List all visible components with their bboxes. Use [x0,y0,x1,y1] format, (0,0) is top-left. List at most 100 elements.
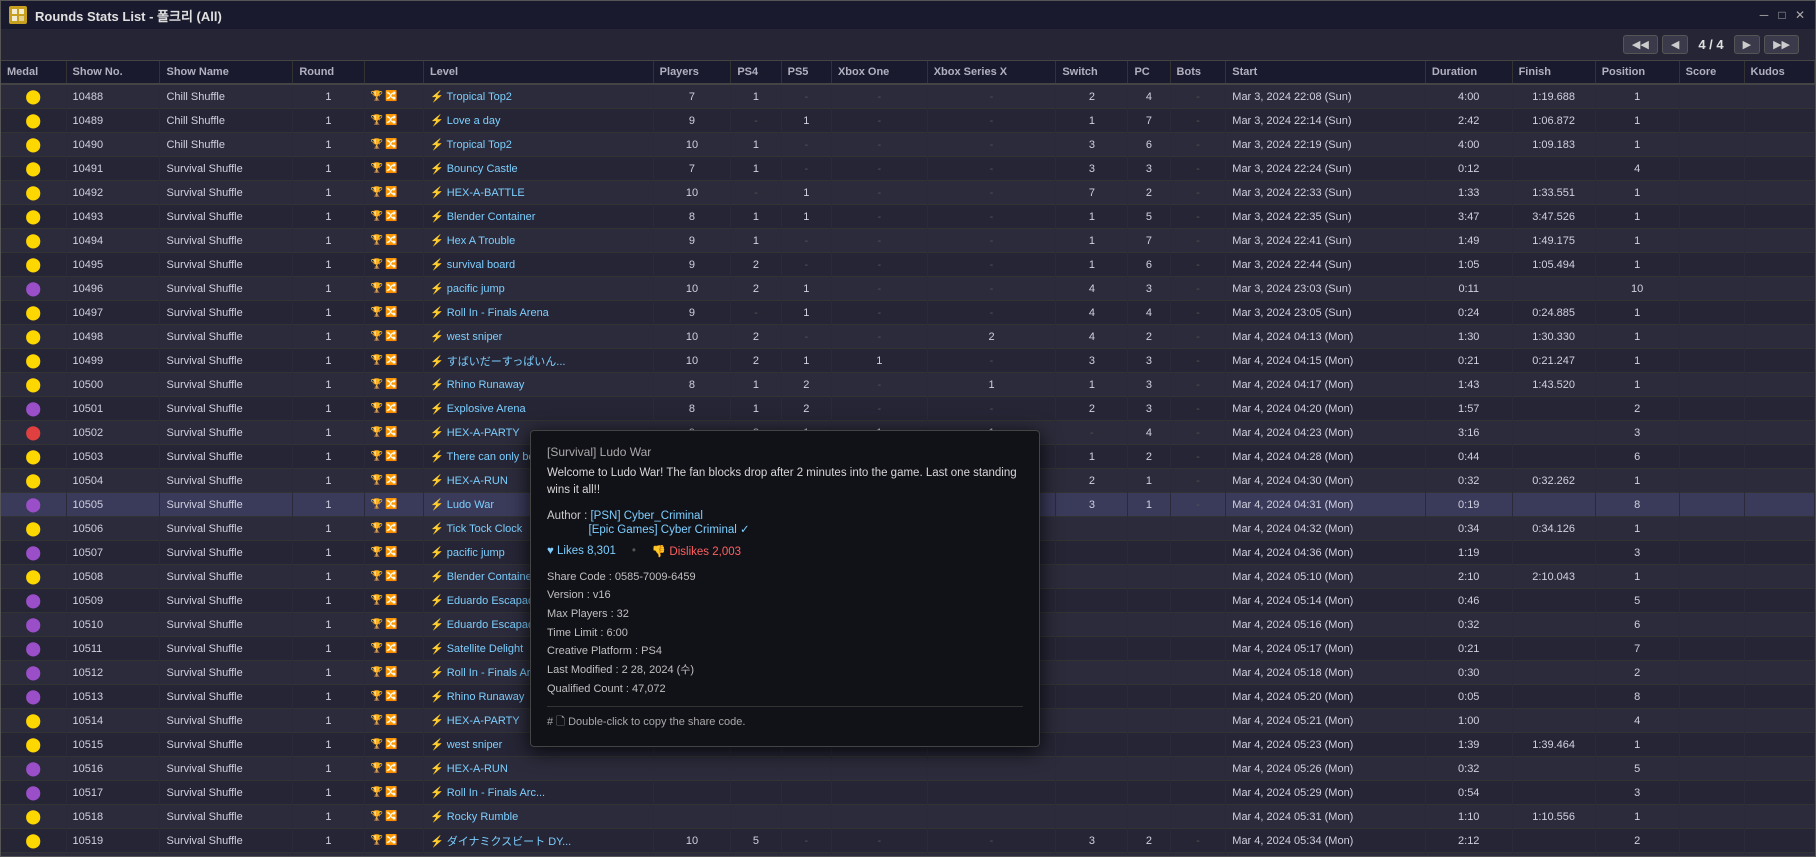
col-pc[interactable]: PC [1128,61,1170,84]
cell-level[interactable]: ⚡ すばいだーすっぱいん... [423,349,653,373]
col-xbox-one[interactable]: Xbox One [831,61,927,84]
cell-ps5: 1 [781,301,831,325]
level-name[interactable]: pacific jump [447,547,505,559]
cell-level[interactable]: ⚡ HEX-A-RUN [423,757,653,781]
level-icon: ⚡ [430,787,444,799]
cell-level[interactable]: ⚡ Rhino Runaway [423,373,653,397]
col-bots[interactable]: Bots [1170,61,1226,84]
cell-level[interactable]: ⚡ Hex A Trouble [423,229,653,253]
col-duration[interactable]: Duration [1425,61,1512,84]
col-switch[interactable]: Switch [1056,61,1128,84]
cell-bots: - [1170,181,1226,205]
cell-level[interactable]: ⚡ Roll In - Finals Arena [423,301,653,325]
col-score[interactable]: Score [1679,61,1744,84]
tooltip-share-code[interactable]: Share Code : 0585-7009-6459 [547,568,1023,587]
level-name[interactable]: Tropical Top2 [447,139,512,151]
cell-players: 9 [653,109,731,133]
cell-medal: ⬤ [1,84,66,109]
level-name[interactable]: ダイナミクスビート DY... [447,836,572,848]
col-players[interactable]: Players [653,61,731,84]
cell-level[interactable]: ⚡ west sniper [423,325,653,349]
col-finish[interactable]: Finish [1512,61,1595,84]
level-name[interactable]: west sniper [447,331,503,343]
cell-position: 4 [1595,709,1679,733]
col-medal[interactable]: Medal [1,61,66,84]
level-name[interactable]: HEX-A-RUN [447,475,508,487]
cell-level[interactable]: ⚡ Bouncy Castle [423,157,653,181]
col-position[interactable]: Position [1595,61,1679,84]
cell-level[interactable]: ⚡ Rocky Rumble [423,805,653,829]
level-name[interactable]: Eduardo Escapad... [447,595,544,607]
level-name[interactable]: HEX-A-RUN [447,763,508,775]
level-icon: ⚡ [430,547,444,559]
cell-show-name: Survival Shuffle [160,325,293,349]
level-name[interactable]: survival board [447,259,515,271]
level-name[interactable]: Blender Container [447,571,536,583]
cell-round: 1 [293,829,364,853]
col-show-no[interactable]: Show No. [66,61,160,84]
cell-level[interactable]: ⚡ Roll In - Finals Arc... [423,781,653,805]
level-name[interactable]: pacific jump [447,283,505,295]
cell-score [1679,685,1744,709]
cell-level[interactable]: ⚡ ダイナミクスビート DY... [423,829,653,853]
last-page-button[interactable]: ▶▶ [1764,35,1799,54]
cell-level[interactable]: ⚡ RHINOCHET [423,853,653,857]
level-name[interactable]: Love a day [447,115,501,127]
cell-position: 2 [1595,397,1679,421]
maximize-button[interactable]: □ [1775,8,1789,22]
cell-level[interactable]: ⚡ Blender Container [423,205,653,229]
level-name[interactable]: west sniper [447,739,503,751]
level-name[interactable]: Bouncy Castle [447,163,518,175]
first-page-button[interactable]: ◀◀ [1623,35,1658,54]
col-xbox-x[interactable]: Xbox Series X [927,61,1056,84]
tooltip-platform: Creative Platform : PS4 [547,642,1023,661]
cell-level[interactable]: ⚡ survival board [423,253,653,277]
col-round[interactable]: Round [293,61,364,84]
level-name[interactable]: HEX-A-BATTLE [447,187,525,199]
level-name[interactable]: Explosive Arena [447,403,526,415]
col-ps4[interactable]: PS4 [731,61,781,84]
level-name[interactable]: Ludo War [447,499,494,511]
level-name[interactable]: Roll In - Finals Arc... [447,787,545,799]
level-name[interactable]: Tropical Top2 [447,91,512,103]
cell-ps4: 1 [731,84,781,109]
cell-level[interactable]: ⚡ HEX-A-BATTLE [423,181,653,205]
cell-xbox-x [927,781,1056,805]
level-name[interactable]: Hex A Trouble [447,235,516,247]
level-name[interactable]: Eduardo Escapad... [447,619,544,631]
level-name[interactable]: HEX-A-PARTY [447,715,520,727]
next-page-button[interactable]: ▶ [1734,35,1760,54]
level-name[interactable]: Rocky Rumble [447,811,519,823]
cell-level[interactable]: ⚡ Tropical Top2 [423,133,653,157]
cell-round: 1 [293,517,364,541]
level-name[interactable]: Satellite Delight [447,643,523,655]
level-name[interactable]: すばいだーすっぱいん... [447,356,566,368]
col-start[interactable]: Start [1226,61,1426,84]
cell-level[interactable]: ⚡ Tropical Top2 [423,84,653,109]
col-show-name[interactable]: Show Name [160,61,293,84]
cell-kudos [1744,493,1814,517]
prev-page-button[interactable]: ◀ [1662,35,1688,54]
close-button[interactable]: ✕ [1793,8,1807,22]
col-level[interactable]: Level [423,61,653,84]
tooltip-copy-hint[interactable]: # 🗋 Double-click to copy the share code. [547,706,1023,732]
minimize-button[interactable]: ─ [1757,8,1771,22]
cell-ps4: - [731,301,781,325]
level-name[interactable]: Rhino Runaway [447,379,525,391]
cell-level[interactable]: ⚡ Explosive Arena [423,397,653,421]
level-name[interactable]: Rhino Runaway [447,691,525,703]
cell-level[interactable]: ⚡ pacific jump [423,277,653,301]
level-name[interactable]: Blender Container [447,211,536,223]
col-ps5[interactable]: PS5 [781,61,831,84]
cell-finish [1512,541,1595,565]
col-kudos[interactable]: Kudos [1744,61,1814,84]
cell-kudos [1744,445,1814,469]
cell-level[interactable]: ⚡ Love a day [423,109,653,133]
level-name[interactable]: Tick Tock Clock [447,523,523,535]
cell-show-icons: 🏆 🔀 [364,661,423,685]
cell-show-no: 10500 [66,373,160,397]
level-name[interactable]: HEX-A-PARTY [447,427,520,439]
level-name[interactable]: Roll In - Finals Arena [447,307,549,319]
trophy-icon: 🏆 [371,715,383,726]
cell-show-no: 10491 [66,157,160,181]
